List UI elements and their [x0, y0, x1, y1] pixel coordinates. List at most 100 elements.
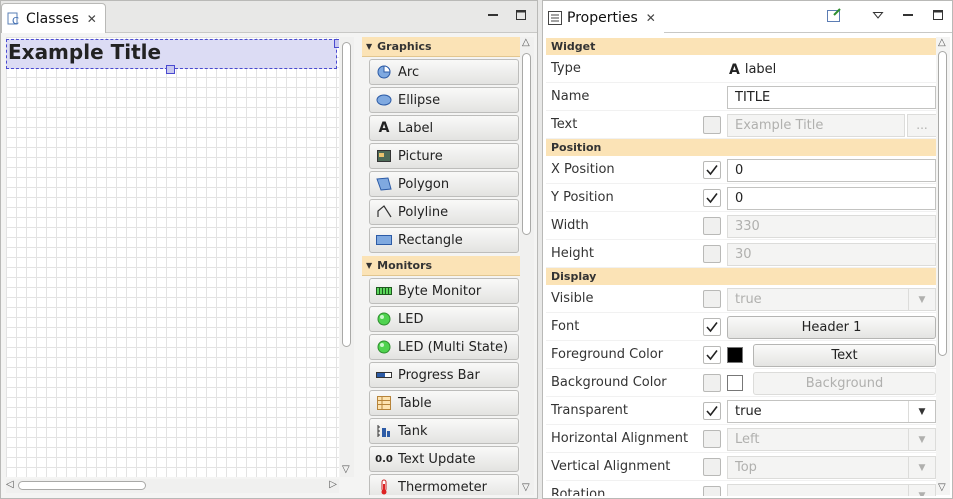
vertical-alignment-checkbox[interactable]	[703, 458, 721, 476]
dropdown-arrow-icon[interactable]: ▼	[908, 485, 935, 496]
x-position-field[interactable]: 0	[727, 159, 936, 182]
table-icon	[376, 396, 392, 410]
width-checkbox[interactable]	[703, 217, 721, 235]
scroll-thumb[interactable]	[522, 53, 531, 235]
property-name: Foreground Color	[551, 347, 664, 362]
height-checkbox[interactable]	[703, 245, 721, 263]
foreground-color-button[interactable]: Text	[753, 344, 936, 367]
palette-item-led-multi-state[interactable]: LED (Multi State)	[369, 334, 519, 360]
palette-group-graphics[interactable]: ▼ Graphics	[362, 37, 520, 57]
name-field[interactable]: TITLE	[727, 86, 936, 109]
y-position-field[interactable]: 0	[727, 187, 936, 210]
background-color-button[interactable]: Background	[753, 372, 936, 395]
palette-group-monitors[interactable]: ▼ Monitors	[362, 256, 520, 276]
palette-item-polyline[interactable]: Polyline	[369, 199, 519, 225]
palette-item-rectangle[interactable]: Rectangle	[369, 227, 519, 253]
width-field[interactable]: 330	[727, 215, 936, 238]
horizontal-alignment-value: Left	[735, 432, 760, 447]
scroll-up-icon[interactable]: △	[938, 37, 946, 48]
horizontal-alignment-checkbox[interactable]	[703, 430, 721, 448]
picture-icon	[376, 149, 392, 163]
view-menu-icon[interactable]	[870, 7, 886, 23]
scroll-left-icon[interactable]: ◁	[6, 479, 14, 490]
scroll-thumb[interactable]	[342, 42, 351, 347]
text-field[interactable]: Example Title	[727, 114, 905, 137]
tab-classes[interactable]: C Classes ✕	[1, 3, 106, 33]
canvas-vertical-scrollbar[interactable]: ▽	[340, 37, 354, 477]
palette-item-label: Picture	[398, 148, 443, 164]
text-checkbox[interactable]	[703, 116, 721, 134]
property-row-vertical-alignment: Vertical Alignment Top ▼	[546, 453, 937, 481]
y-checkbox[interactable]	[703, 189, 721, 207]
palette-item-table[interactable]: Table	[369, 390, 519, 416]
maximize-icon[interactable]	[930, 7, 946, 23]
x-checkbox[interactable]	[703, 161, 721, 179]
dropdown-arrow-icon[interactable]: ▼	[908, 401, 935, 422]
foreground-color-checkbox[interactable]	[703, 346, 721, 364]
canvas-horizontal-scrollbar[interactable]: ◁ ▷	[6, 479, 339, 493]
minimize-icon[interactable]	[900, 7, 916, 23]
pin-editor-icon[interactable]	[826, 7, 842, 23]
scroll-down-icon[interactable]: ▽	[342, 464, 350, 475]
visible-combo[interactable]: true ▼	[727, 288, 936, 311]
resize-handle-bottom[interactable]	[166, 65, 175, 74]
height-field[interactable]: 30	[727, 243, 936, 266]
visible-checkbox[interactable]	[703, 290, 721, 308]
dropdown-arrow-icon[interactable]: ▼	[908, 429, 935, 450]
background-color-checkbox[interactable]	[703, 374, 721, 392]
palette-item-polygon[interactable]: Polygon	[369, 171, 519, 197]
dropdown-arrow-icon[interactable]: ▼	[908, 289, 935, 310]
palette-item-text-update[interactable]: 0.0 Text Update	[369, 446, 519, 472]
close-icon[interactable]: ✕	[87, 12, 97, 26]
minimize-icon[interactable]	[485, 7, 501, 23]
maximize-icon[interactable]	[513, 7, 529, 23]
transparent-checkbox[interactable]	[703, 402, 721, 420]
property-name: Name	[551, 89, 590, 104]
scroll-up-icon[interactable]: △	[522, 37, 530, 48]
properties-vertical-scrollbar[interactable]: △ ▽	[936, 37, 950, 495]
palette-item-label: LED (Multi State)	[398, 339, 509, 355]
rotation-combo[interactable]: ▼	[727, 484, 936, 496]
classes-view: C Classes ✕ Example Title ▽ ◁ ▷ ▼ Graphi…	[0, 0, 538, 499]
palette-item-ellipse[interactable]: Ellipse	[369, 87, 519, 113]
resize-handle-right-top[interactable]	[334, 39, 339, 48]
dropdown-arrow-icon[interactable]: ▼	[908, 457, 935, 478]
polyline-icon	[376, 205, 392, 219]
palette-item-led[interactable]: LED	[369, 306, 519, 332]
rotation-checkbox[interactable]	[703, 486, 721, 496]
diagram-canvas[interactable]: Example Title	[6, 37, 339, 477]
palette-item-tank[interactable]: Tank	[369, 418, 519, 444]
polygon-icon	[376, 177, 392, 191]
palette-item-thermometer[interactable]: Thermometer	[369, 474, 519, 495]
transparent-combo[interactable]: true ▼	[727, 400, 936, 423]
vertical-alignment-combo[interactable]: Top ▼	[727, 456, 936, 479]
scroll-right-icon[interactable]: ▷	[329, 479, 337, 490]
tab-properties[interactable]: Properties ✕	[543, 3, 664, 33]
palette-vertical-scrollbar[interactable]: △ ▽	[520, 37, 534, 495]
property-row-horizontal-alignment: Horizontal Alignment Left ▼	[546, 425, 937, 453]
property-row-foreground-color: Foreground Color Text	[546, 341, 937, 369]
scroll-thumb[interactable]	[18, 481, 146, 490]
scroll-thumb[interactable]	[938, 51, 947, 356]
classes-icon: C	[6, 11, 22, 27]
chevron-down-icon: ▼	[366, 42, 373, 51]
text-browse-button[interactable]: ...	[907, 114, 937, 137]
font-checkbox[interactable]	[703, 318, 721, 336]
horizontal-alignment-combo[interactable]: Left ▼	[727, 428, 936, 451]
close-icon[interactable]: ✕	[646, 11, 656, 25]
scroll-down-icon[interactable]: ▽	[938, 482, 946, 493]
property-row-transparent: Transparent true ▼	[546, 397, 937, 425]
foreground-color-swatch	[727, 347, 743, 363]
palette-item-progress-bar[interactable]: Progress Bar	[369, 362, 519, 388]
arc-icon	[376, 65, 392, 79]
palette-item-byte-monitor[interactable]: Byte Monitor	[369, 278, 519, 304]
palette-group-label: Monitors	[377, 259, 433, 272]
palette-item-label[interactable]: A Label	[369, 115, 519, 141]
scroll-down-icon[interactable]: ▽	[522, 482, 530, 493]
palette-item-label: LED	[398, 311, 424, 327]
transparent-value: true	[735, 404, 762, 419]
palette-item-picture[interactable]: Picture	[369, 143, 519, 169]
font-button[interactable]: Header 1	[727, 316, 936, 339]
widget-palette: ▼ Graphics Arc Ellipse A Label Picture P…	[362, 37, 520, 495]
palette-item-arc[interactable]: Arc	[369, 59, 519, 85]
